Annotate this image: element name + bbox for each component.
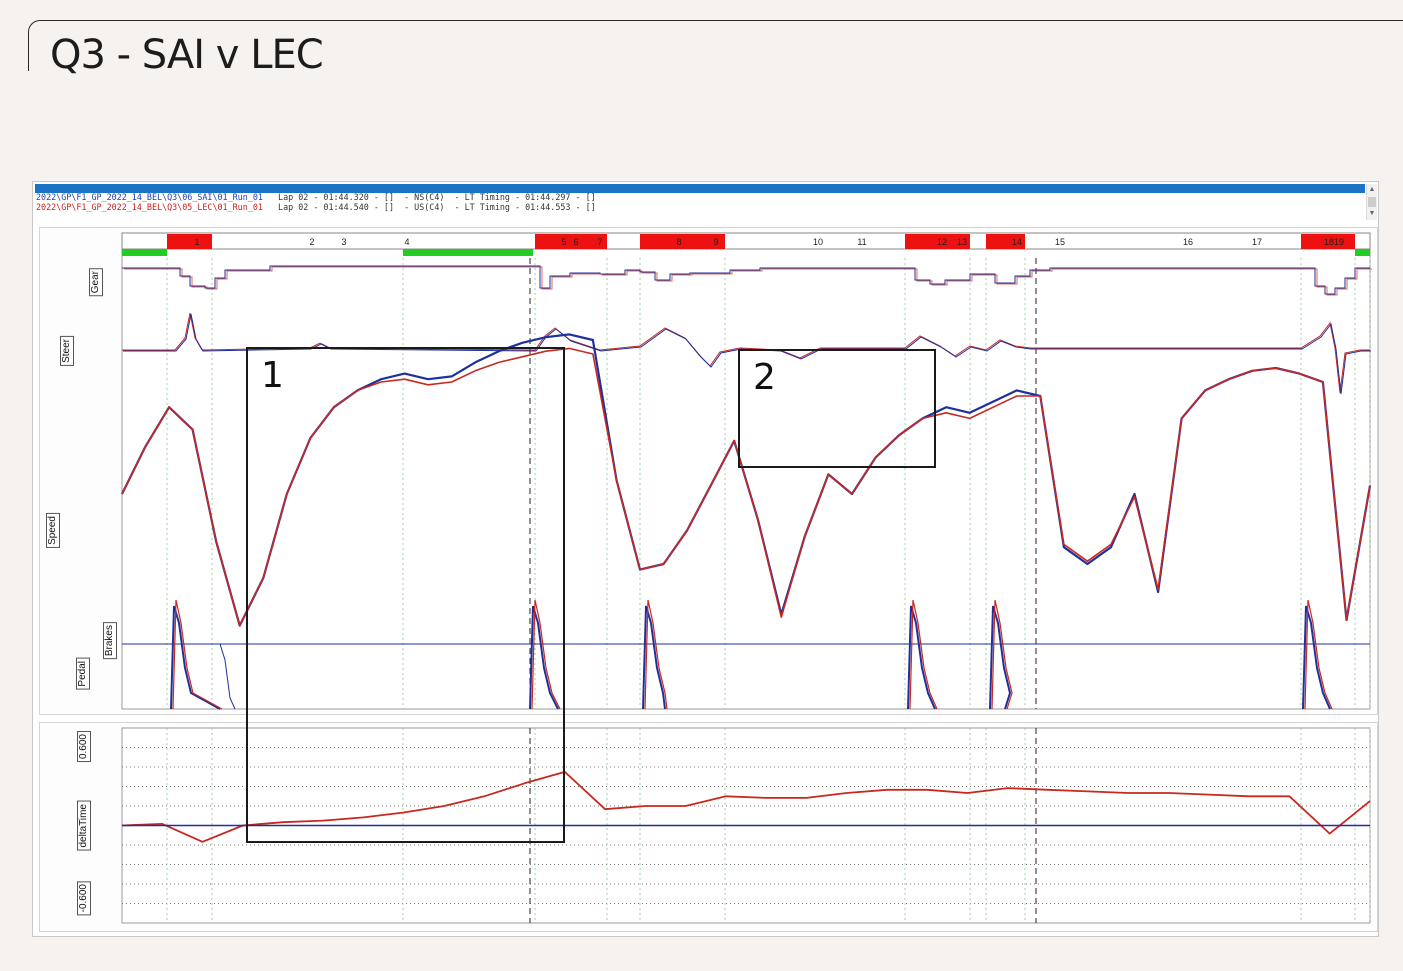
corner-label: 1	[194, 237, 199, 247]
corner-zone	[167, 234, 212, 249]
annotation-box	[246, 347, 565, 843]
run-info: Lap 02 - 01:44.320 - [] - NS(C4) - LT Ti…	[262, 192, 596, 202]
run-file-list[interactable]: 2022\GP\F1_GP_2022_14_BEL\Q3\06_SAI\01_R…	[35, 192, 1365, 220]
run-row-lec[interactable]: 2022\GP\F1_GP_2022_14_BEL\Q3\05_LEC\01_R…	[35, 201, 1365, 213]
run-info: Lap 02 - 01:44.540 - [] - US(C4) - LT Ti…	[262, 201, 596, 212]
corner-label: 5	[561, 237, 566, 247]
scroll-up-icon[interactable]: ▲	[1367, 184, 1377, 196]
gear-label: Gear	[89, 268, 103, 297]
corner-zone	[640, 234, 725, 249]
pedal-label: Pedal	[76, 658, 90, 690]
corner-label: 8	[676, 237, 681, 247]
sector-marker	[1355, 249, 1370, 256]
sector-marker	[122, 249, 167, 256]
annotation-label: 1	[261, 355, 284, 396]
delta-label: deltaTime	[77, 801, 91, 851]
corner-label: 7	[597, 237, 602, 247]
delta-top-label: 0.600	[77, 731, 91, 763]
corner-label: 13	[957, 237, 967, 247]
telemetry-window: 2022\GP\F1_GP_2022_14_BEL\Q3\06_SAI\01_R…	[32, 181, 1379, 937]
corner-zone	[535, 234, 607, 249]
steer-label: Steer	[60, 336, 74, 366]
corner-label: 3	[341, 237, 346, 247]
page-title: Q3 - SAI v LEC	[50, 32, 324, 78]
corner-label: 12	[937, 237, 947, 247]
corner-label: 6	[573, 237, 578, 247]
corner-label: 10	[813, 237, 823, 247]
corner-label: 11	[857, 237, 866, 247]
corner-label: 17	[1252, 237, 1262, 247]
file-list-scrollbar[interactable]: ▲ ▼	[1366, 184, 1377, 220]
delta-bottom-label: -0.600	[77, 881, 91, 916]
sector-marker	[403, 249, 533, 256]
channels-panel[interactable]: 1 2 3 4 5 6 7 8 9 10 11 12 13 14 15 16 17 1819 Gear Steer…	[39, 227, 1378, 715]
scroll-thumb[interactable]	[1368, 197, 1376, 207]
speed-label: Speed	[46, 513, 60, 548]
delta-chart[interactable]	[40, 723, 1377, 931]
delta-panel[interactable]: 0.600 deltaTime -0.600	[39, 722, 1378, 932]
run-path: 2022\GP\F1_GP_2022_14_BEL\Q3\06_SAI\01_R…	[36, 192, 263, 202]
corner-label: 15	[1055, 237, 1065, 247]
annotation-label: 2	[753, 357, 776, 398]
corner-label: 2	[309, 237, 314, 247]
channels-chart[interactable]: 1 2 3 4 5 6 7 8 9 10 11 12 13 14 15 16 17 1819	[40, 228, 1377, 714]
corner-label: 9	[713, 237, 718, 247]
brakes-label: Brakes	[103, 622, 117, 660]
corner-label: 1819	[1324, 237, 1344, 247]
corner-label: 16	[1183, 237, 1193, 247]
corner-label: 4	[404, 237, 409, 247]
corner-label: 14	[1012, 237, 1022, 247]
run-path: 2022\GP\F1_GP_2022_14_BEL\Q3\05_LEC\01_R…	[36, 201, 263, 212]
scroll-down-icon[interactable]: ▼	[1367, 208, 1377, 220]
